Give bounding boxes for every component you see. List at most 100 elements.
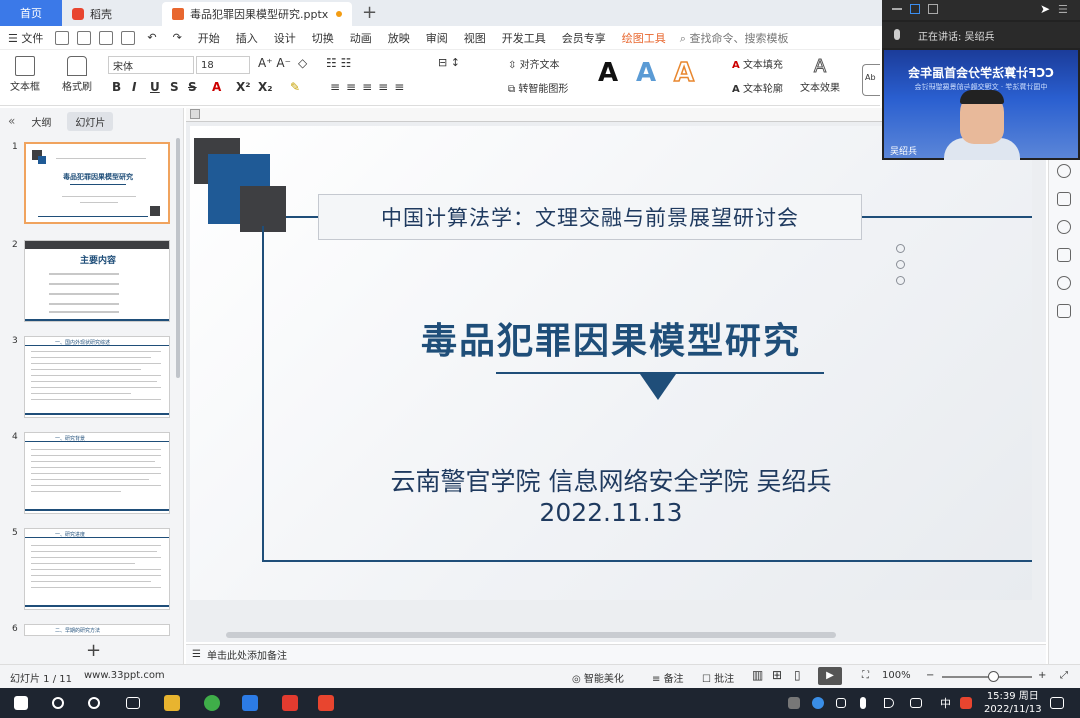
horizontal-scrollbar[interactable]: [226, 632, 836, 638]
window-layout-icon[interactable]: [910, 4, 920, 14]
ime-indicator[interactable]: 中: [940, 695, 951, 711]
slide-thumb[interactable]: 二、早期的研究方法: [24, 624, 170, 636]
textbox-button[interactable]: 文本框: [10, 56, 40, 93]
export-icon[interactable]: [77, 30, 92, 45]
normal-view-icon[interactable]: ▥: [752, 668, 763, 682]
text-fill-button[interactable]: A 文本填充: [732, 56, 783, 71]
bold-icon[interactable]: B: [112, 80, 121, 94]
file-explorer-icon[interactable]: [164, 695, 180, 711]
menu-file[interactable]: ☰ 文件: [0, 30, 51, 46]
wps-icon[interactable]: [318, 695, 334, 711]
tab-outline[interactable]: 大纲: [23, 112, 59, 131]
location-icon[interactable]: [1057, 276, 1071, 290]
collapse-pane-icon[interactable]: «: [8, 114, 15, 128]
text-style-outline[interactable]: A: [673, 57, 695, 89]
font-grow-icon[interactable]: A⁺ A⁻: [258, 56, 291, 70]
help-icon[interactable]: [1057, 220, 1071, 234]
slide-thumb[interactable]: 毒品犯罪因果模型研究: [24, 142, 170, 224]
zoom-slider-thumb[interactable]: [988, 671, 999, 682]
slide-thumb[interactable]: 一、国内外现状研究综述: [24, 336, 170, 418]
meeting-app-icon[interactable]: [242, 695, 258, 711]
fit-window-icon[interactable]: ⛶: [862, 670, 869, 681]
text-outline-button[interactable]: A 文本轮廓: [732, 80, 783, 95]
slide-thumb[interactable]: 一、研究背景: [24, 432, 170, 514]
microphone-icon[interactable]: [860, 697, 866, 709]
undo-icon[interactable]: ↶: [139, 31, 164, 44]
italic-icon[interactable]: I: [132, 80, 136, 94]
magic-icon[interactable]: [1057, 164, 1071, 178]
strikethrough-icon[interactable]: S: [188, 80, 197, 94]
shadow-icon[interactable]: S: [170, 80, 179, 94]
zoom-out-icon[interactable]: −: [926, 670, 934, 681]
menu-item-9[interactable]: 会员专享: [554, 30, 614, 46]
menu-item-3[interactable]: 切换: [304, 30, 342, 46]
network-icon[interactable]: [836, 698, 846, 708]
command-search[interactable]: ⌕ 查找命令、搜索模板: [680, 30, 789, 46]
tab-home[interactable]: 首页: [0, 0, 62, 26]
slide[interactable]: 中国计算法学：文理交融与前景展望研讨会 毒品犯罪因果模型研究 云南警官学院 信息…: [190, 126, 1032, 600]
menu-draw-tool[interactable]: 绘图工具: [614, 30, 674, 46]
taskbar-clock[interactable]: 15:39 周日 2022/11/13: [984, 690, 1042, 716]
image-icon[interactable]: [1057, 248, 1071, 262]
wps-tray-icon[interactable]: [960, 697, 972, 709]
menu-icon[interactable]: ☰: [1058, 3, 1068, 16]
subscript-icon[interactable]: X₂: [258, 80, 273, 94]
slide-thumb[interactable]: 一、研究进度: [24, 528, 170, 610]
preview-icon[interactable]: [121, 30, 136, 45]
shape-style-preview[interactable]: Ab: [862, 64, 880, 96]
underline-icon[interactable]: U: [150, 80, 160, 94]
sorter-view-icon[interactable]: ⊞: [772, 668, 782, 682]
menu-item-0[interactable]: 开始: [190, 30, 228, 46]
format-brush-button[interactable]: 格式刷: [62, 56, 92, 93]
template-website[interactable]: www.33ppt.com: [84, 670, 165, 681]
battery-icon[interactable]: [910, 698, 922, 708]
text-direction-icon[interactable]: ⊟ ↕: [438, 56, 460, 69]
tab-document[interactable]: 毒品犯罪因果模型研究.pptx: [162, 2, 352, 26]
redo-icon[interactable]: ↷: [165, 31, 190, 44]
reading-view-icon[interactable]: ▯: [794, 668, 801, 682]
windows-start-icon[interactable]: [14, 696, 28, 710]
save-icon[interactable]: [55, 30, 70, 45]
video-app-icon[interactable]: [282, 695, 298, 711]
print-icon[interactable]: [99, 30, 114, 45]
clear-format-icon[interactable]: ◇: [298, 56, 307, 70]
align-text-button[interactable]: ⇳ 对齐文本: [508, 56, 560, 71]
text-style-black[interactable]: A: [598, 58, 618, 88]
superscript-icon[interactable]: X²: [236, 80, 251, 94]
tray-icon[interactable]: [788, 697, 800, 709]
menu-item-6[interactable]: 审阅: [418, 30, 456, 46]
smart-graphic-button[interactable]: ⧉ 转智能图形: [508, 80, 568, 95]
copy-icon[interactable]: [1057, 192, 1071, 206]
bullet-list-icon[interactable]: ☷ ☷: [326, 56, 351, 70]
notification-icon[interactable]: [1050, 697, 1064, 709]
menu-item-2[interactable]: 设计: [266, 30, 304, 46]
text-style-blue[interactable]: A: [636, 58, 656, 88]
menu-item-4[interactable]: 动画: [342, 30, 380, 46]
slideshow-play-icon[interactable]: ▶: [818, 667, 842, 685]
menu-item-1[interactable]: 插入: [228, 30, 266, 46]
browser-icon[interactable]: [204, 695, 220, 711]
video-call-window[interactable]: ➤ ☰ 正在讲话: 吴绍兵 CCF计算法学分会首届年会 中国计算法学 · 文理交…: [882, 0, 1080, 160]
task-view-icon[interactable]: [126, 697, 140, 709]
cortana-icon[interactable]: [88, 697, 100, 709]
new-tab-icon[interactable]: +: [362, 2, 377, 26]
menu-item-5[interactable]: 放映: [380, 30, 418, 46]
notes-toggle-button[interactable]: ≡ 备注: [652, 670, 684, 685]
comments-button[interactable]: ☐ 批注: [702, 670, 734, 685]
add-slide-icon[interactable]: +: [86, 640, 101, 661]
align-icons[interactable]: ≡≡≡≡≡: [330, 80, 410, 94]
font-color-icon[interactable]: A: [212, 80, 221, 94]
notes-area[interactable]: ☰ 单击此处添加备注: [186, 644, 1046, 664]
list-view-icon[interactable]: [928, 4, 938, 14]
highlight-icon[interactable]: ✎: [290, 80, 300, 94]
minimize-icon[interactable]: [892, 8, 902, 10]
tray-app-icon[interactable]: [812, 697, 824, 709]
slide-thumb[interactable]: 主要内容: [24, 240, 170, 322]
zoom-slider[interactable]: [942, 676, 1032, 678]
font-size-select[interactable]: 18: [196, 56, 250, 74]
font-name-select[interactable]: 宋体: [108, 56, 194, 74]
book-icon[interactable]: [1057, 304, 1071, 318]
text-effect-button[interactable]: A 文本效果: [800, 56, 840, 95]
zoom-in-icon[interactable]: +: [1038, 670, 1046, 681]
menu-item-7[interactable]: 视图: [456, 30, 494, 46]
